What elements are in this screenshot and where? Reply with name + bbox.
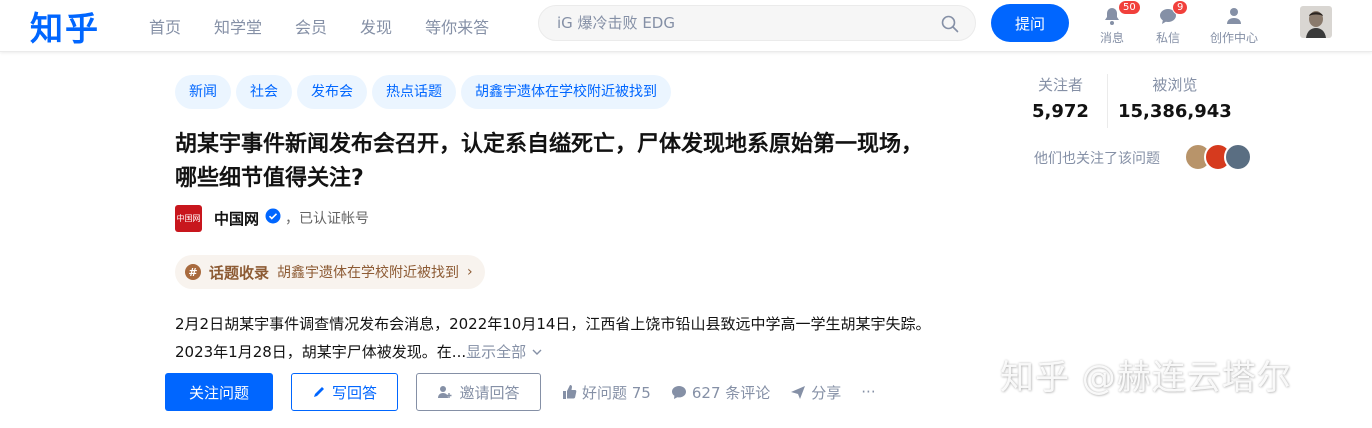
- messages-button[interactable]: 50 消息: [1100, 0, 1141, 46]
- good-question-button[interactable]: 好问题 75: [561, 382, 651, 403]
- topic-collection-link[interactable]: # 话题收录 胡鑫宇遗体在学校附近被找到 ›: [175, 255, 485, 289]
- pencil-icon: [313, 387, 324, 397]
- messages-badge: 50: [1118, 0, 1141, 15]
- question-title: 胡某宇事件新闻发布会召开，认定系自缢死亡，尸体发现地系原始第一现场，哪些细节值得…: [175, 132, 924, 191]
- user-icon: [1227, 8, 1241, 24]
- views-label: 被浏览: [1152, 76, 1198, 94]
- question-author: 中国网 中国网 ，已认证帐号: [175, 204, 369, 232]
- user-avatar[interactable]: [1300, 6, 1332, 38]
- show-all-label: 显示全部: [466, 343, 527, 361]
- creator-center-button[interactable]: 创作中心: [1210, 6, 1258, 46]
- private-message-button[interactable]: 9 私信: [1156, 0, 1189, 46]
- watermark-text: 知乎 @赫连云塔尔: [1000, 358, 1292, 398]
- excerpt-text: 2月2日胡某宇事件调查情况发布会消息，2022年10月14日，江西省上饶市铅山县…: [175, 315, 931, 361]
- follow-question-button[interactable]: 关注问题: [165, 373, 273, 411]
- follower-avatars: [1184, 143, 1252, 171]
- write-answer-button[interactable]: 写回答: [291, 373, 398, 411]
- topic-tag[interactable]: 胡鑫宇遗体在学校附近被找到: [461, 75, 671, 109]
- add-user-icon: [438, 386, 452, 398]
- zhihu-logo[interactable]: 知乎: [30, 2, 100, 50]
- ask-question-button[interactable]: 提问: [991, 4, 1069, 42]
- author-logo[interactable]: 中国网: [175, 204, 202, 232]
- share-label: 分享: [811, 383, 842, 402]
- chevron-down-icon: [532, 349, 542, 355]
- author-logo-text: 中国网: [176, 213, 201, 223]
- show-all-link[interactable]: 显示全部: [466, 343, 543, 361]
- views-count: 15,386,943: [1117, 101, 1232, 122]
- topic-tag[interactable]: 发布会: [297, 75, 367, 109]
- question-stats: 关注者 5,972 被浏览 15,386,943: [1032, 74, 1232, 128]
- question-excerpt: 2月2日胡某宇事件调查情况发布会消息，2022年10月14日，江西省上饶市铅山县…: [175, 310, 945, 366]
- stat-divider: [1106, 74, 1108, 128]
- chevron-right-icon: ›: [467, 264, 473, 280]
- verified-text: ，已认证帐号: [285, 211, 370, 227]
- author-name[interactable]: 中国网: [214, 208, 259, 229]
- creator-center-label: 创作中心: [1210, 31, 1259, 45]
- good-question-label: 好问题 75: [582, 383, 651, 402]
- comments-label: 627 条评论: [691, 383, 771, 402]
- search-input[interactable]: [557, 14, 927, 32]
- private-message-badge: 9: [1172, 0, 1189, 15]
- messages-label: 消息: [1100, 31, 1125, 45]
- question-actions: 关注问题 写回答 邀请回答 好问题 75 627 条评论 分享 ···: [165, 373, 876, 411]
- more-options-button[interactable]: ···: [861, 383, 875, 401]
- hashtag-icon: #: [185, 264, 201, 280]
- nav-discover[interactable]: 发现: [360, 14, 392, 38]
- thumbs-up-icon: [563, 385, 577, 399]
- also-follow-text: 他们也关注了该问题: [1034, 151, 1160, 167]
- followers-label: 关注者: [1037, 76, 1083, 94]
- share-button[interactable]: 分享: [790, 382, 841, 403]
- collection-label: 话题收录: [209, 263, 270, 282]
- invite-answer-button[interactable]: 邀请回答: [416, 373, 541, 411]
- topic-tag[interactable]: 热点话题: [372, 75, 456, 109]
- search-box: [538, 5, 976, 41]
- question-topic-tags: 新闻 社会 发布会 热点话题 胡鑫宇遗体在学校附近被找到: [175, 75, 676, 109]
- invite-answer-label: 邀请回答: [459, 383, 520, 402]
- search-icon[interactable]: [941, 15, 959, 37]
- nav-home[interactable]: 首页: [149, 14, 181, 38]
- top-navbar: 知乎 首页 知学堂 会员 发现 等你来答 提问 50 消息 9 私信 创作中心: [0, 0, 1372, 52]
- verified-icon: [265, 208, 281, 228]
- nav-waiting-answers[interactable]: 等你来答: [425, 14, 489, 38]
- topic-tag[interactable]: 社会: [236, 75, 292, 109]
- write-answer-label: 写回答: [331, 383, 377, 402]
- comment-icon: [671, 386, 686, 399]
- collection-topic: 胡鑫宇遗体在学校附近被找到: [277, 265, 460, 281]
- comments-button[interactable]: 627 条评论: [671, 382, 770, 403]
- topic-tag[interactable]: 新闻: [175, 75, 231, 109]
- nav-learning[interactable]: 知学堂: [214, 14, 262, 38]
- follower-avatar[interactable]: [1224, 143, 1252, 171]
- followers-stat[interactable]: 关注者 5,972: [1032, 74, 1089, 128]
- followers-count: 5,972: [1032, 101, 1089, 122]
- private-message-label: 私信: [1156, 31, 1181, 45]
- views-stat: 被浏览 15,386,943: [1118, 74, 1232, 128]
- main-nav: 首页 知学堂 会员 发现 等你来答: [149, 14, 522, 38]
- nav-membership[interactable]: 会员: [295, 14, 327, 38]
- share-icon: [791, 386, 806, 399]
